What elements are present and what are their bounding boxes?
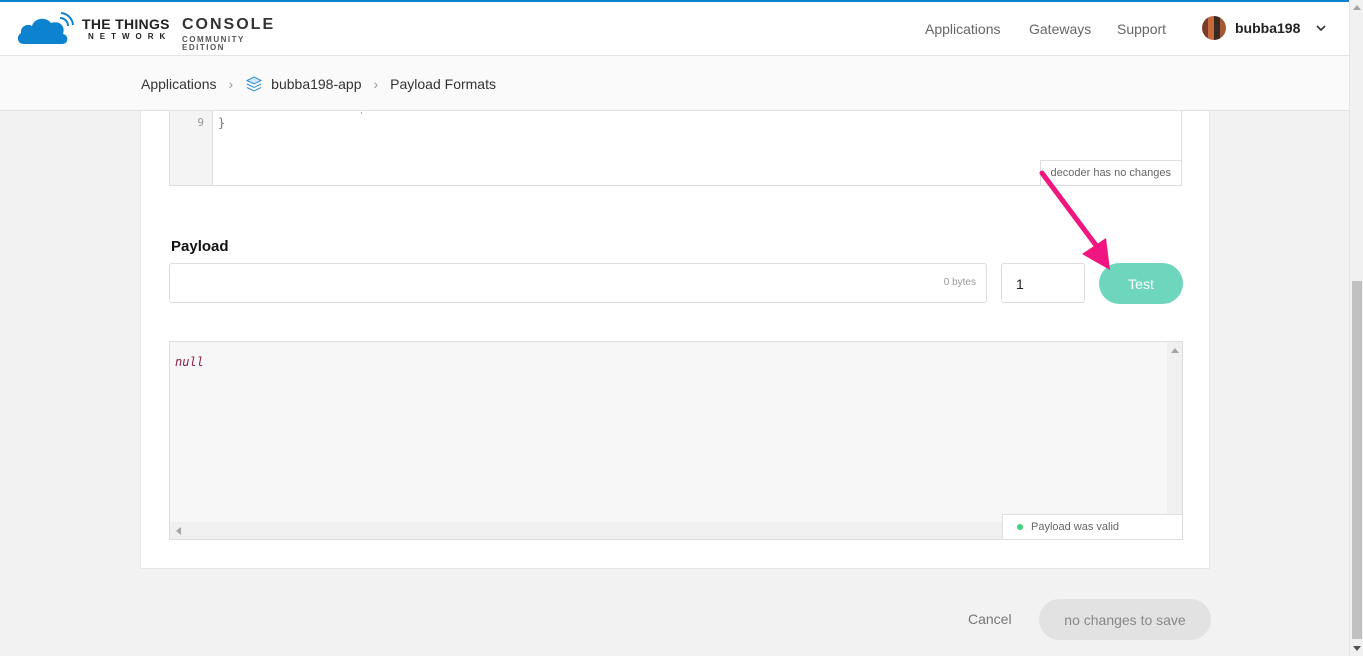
username[interactable]: bubba198	[1235, 20, 1300, 36]
top-navigation-bar: THE THINGS NETWORK CONSOLE COMMUNITY EDI…	[0, 0, 1350, 56]
payload-label: Payload	[171, 238, 229, 255]
validation-status: Payload was valid	[1002, 514, 1183, 540]
nav-support[interactable]: Support	[1117, 2, 1166, 56]
breadcrumb: Applications › bubba198-app › Payload Fo…	[141, 56, 496, 111]
scroll-up-icon[interactable]	[1171, 348, 1179, 353]
page-scrollbar[interactable]	[1349, 0, 1363, 656]
save-button[interactable]: no changes to save	[1039, 599, 1211, 640]
result-output[interactable]: null Payload was valid	[169, 341, 1183, 540]
logo-line2: NETWORK	[88, 32, 172, 41]
user-menu[interactable]: bubba198	[1202, 16, 1328, 40]
chevron-right-icon: ›	[228, 75, 234, 92]
avatar[interactable]	[1202, 16, 1226, 40]
editor-gutter: 9	[170, 111, 213, 185]
nav-applications[interactable]: Applications	[925, 2, 1001, 56]
breadcrumb-app[interactable]: bubba198-app	[271, 76, 361, 92]
bytes-count: 0 bytes	[943, 277, 976, 288]
breadcrumb-applications[interactable]: Applications	[141, 76, 217, 92]
edition-label: COMMUNITY EDITION	[182, 35, 245, 52]
validation-status-text: Payload was valid	[1031, 521, 1120, 533]
cloud-logo-icon	[17, 12, 74, 44]
result-vertical-scrollbar[interactable]	[1167, 342, 1182, 522]
chevron-right-icon: ›	[373, 75, 379, 92]
nav-applications-label[interactable]: Applications	[925, 21, 1001, 37]
ttn-logo[interactable]: THE THINGS NETWORK CONSOLE COMMUNITY EDI…	[16, 12, 273, 52]
scroll-up-icon[interactable]	[1353, 5, 1361, 10]
nav-gateways[interactable]: Gateways	[1029, 2, 1091, 56]
result-value: null	[175, 355, 204, 369]
code-fragment: ,	[360, 105, 363, 116]
cancel-button[interactable]: Cancel	[968, 611, 1012, 627]
layers-icon	[246, 75, 263, 92]
nav-support-label[interactable]: Support	[1117, 21, 1166, 37]
breadcrumb-payload-formats: Payload Formats	[390, 75, 496, 92]
console-wordmark: CONSOLE COMMUNITY EDITION	[182, 17, 275, 52]
code-line[interactable]: }	[218, 116, 225, 130]
nav-gateways-label[interactable]: Gateways	[1029, 21, 1091, 37]
console-title: CONSOLE	[182, 16, 276, 33]
logo-line1: THE THINGS	[82, 16, 170, 32]
scrollbar-thumb[interactable]	[1352, 281, 1362, 639]
chevron-down-icon[interactable]	[1314, 21, 1328, 35]
annotation-arrow-icon	[1039, 170, 1110, 270]
status-dot-icon	[1017, 524, 1023, 530]
logo-wordmark: THE THINGS NETWORK	[82, 17, 171, 41]
scroll-down-icon[interactable]	[1353, 646, 1361, 651]
line-number: 9	[197, 116, 204, 129]
scroll-left-icon[interactable]	[176, 527, 181, 535]
payload-input[interactable]: 0 bytes	[169, 263, 987, 303]
breadcrumb-bar: Applications › bubba198-app › Payload Fo…	[0, 56, 1350, 111]
